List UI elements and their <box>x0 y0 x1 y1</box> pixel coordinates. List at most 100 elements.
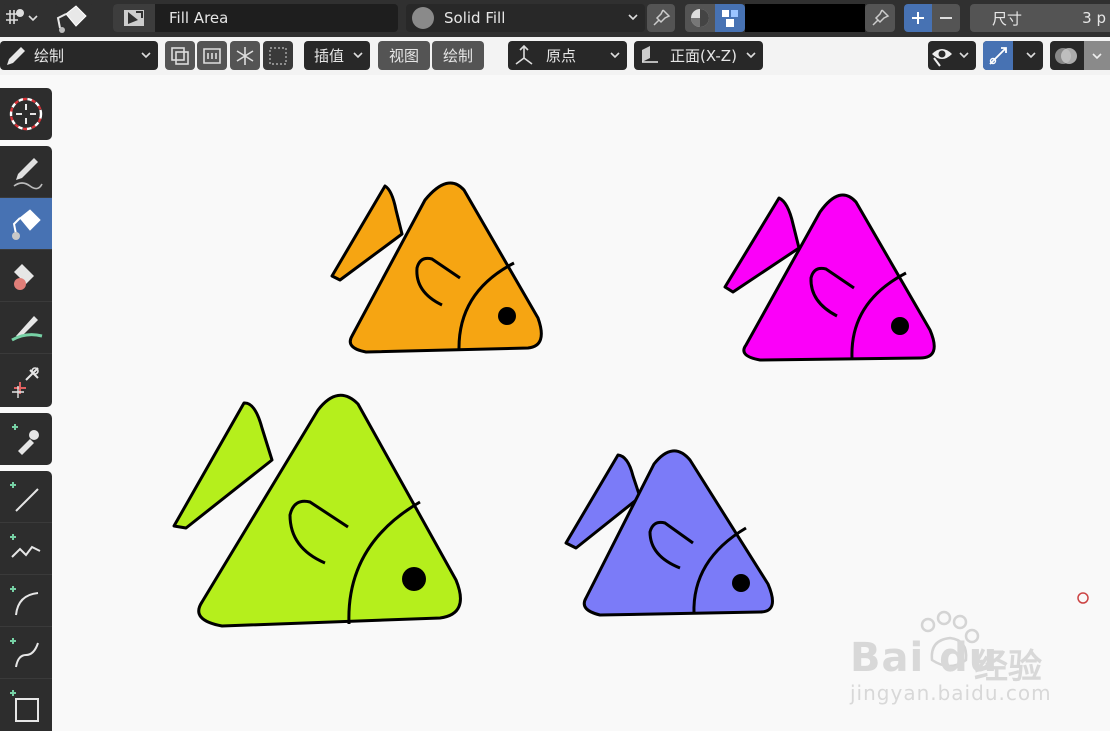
interpolate-dropdown[interactable]: 插值 <box>304 41 370 70</box>
brush-preset-label: Fill Area <box>169 9 229 27</box>
tool-arc[interactable] <box>0 575 52 627</box>
eraser-icon <box>14 263 34 290</box>
overlay-expand[interactable] <box>1084 41 1110 70</box>
origin-icon <box>515 44 533 65</box>
vertex-color-icon <box>722 10 738 27</box>
viewport-header: 绘制 插值 视图 绘制 原点 正面(X-Z) <box>0 37 1110 75</box>
toolgroup-shapes <box>0 471 52 731</box>
draw-menu-label: 绘制 <box>442 47 473 65</box>
pin-color-button[interactable] <box>865 4 895 32</box>
eye-icon <box>932 48 952 67</box>
fill-type-dropdown[interactable]: Solid Fill <box>406 4 645 32</box>
pencil-icon <box>7 46 25 65</box>
chevron-down-icon <box>628 14 638 21</box>
point-mode-button[interactable] <box>263 41 293 70</box>
arc-icon <box>10 585 39 615</box>
drawing-plane-dropdown[interactable]: 正面(X-Z) <box>634 41 763 70</box>
origin-dropdown[interactable]: 原点 <box>508 41 627 70</box>
tool-cursor[interactable] <box>0 88 52 140</box>
origin-label: 原点 <box>546 47 577 65</box>
fish-lime <box>172 393 462 628</box>
gizmo-icon <box>989 46 1007 65</box>
gizmo-dropdown[interactable] <box>983 41 1043 70</box>
pin-icon <box>872 9 890 26</box>
box-icon <box>10 690 39 722</box>
chevron-down-icon <box>610 52 620 59</box>
grease-pencil-editor: Fill Area Solid Fill 尺寸 3 p 绘制 插值 视图 绘制 … <box>0 0 1110 731</box>
canvas-drawing <box>172 181 1089 668</box>
tool-erase[interactable] <box>0 250 52 302</box>
multiframe-button[interactable] <box>165 41 195 70</box>
overlay-icon <box>1055 47 1077 64</box>
curve-icon <box>10 637 39 667</box>
fish-magenta <box>723 193 936 362</box>
chevron-down-icon <box>1092 52 1102 59</box>
eyedropper-icon <box>12 424 39 455</box>
brush-preview-icon <box>113 4 155 32</box>
tool-tint[interactable] <box>0 302 52 354</box>
dotted-box-icon <box>269 46 287 65</box>
mode-label: 绘制 <box>34 47 65 65</box>
tool-polyline[interactable] <box>0 523 52 575</box>
material-icon <box>691 9 709 27</box>
material-sphere-icon <box>412 7 434 29</box>
tool-eyedropper[interactable] <box>0 413 52 465</box>
pencil-icon <box>13 157 43 189</box>
chevron-down-icon <box>1026 52 1036 59</box>
draw-menu[interactable]: 绘制 <box>432 41 484 70</box>
line-icon <box>10 481 39 512</box>
chevron-down-icon <box>959 52 969 59</box>
snap-icon <box>6 9 38 24</box>
cutter-icon <box>12 367 39 398</box>
toolgroup-draw <box>0 146 52 407</box>
watermark-url: jingyan.baidu.com <box>850 681 1052 705</box>
add-mode-button[interactable] <box>904 4 932 32</box>
tool-cutter[interactable] <box>0 354 52 406</box>
visibility-dropdown[interactable] <box>928 41 976 70</box>
tint-brush-icon <box>11 315 43 341</box>
view-menu[interactable]: 视图 <box>378 41 430 70</box>
autokey-button[interactable] <box>197 41 227 70</box>
plane-icon <box>642 45 658 63</box>
tool-line[interactable] <box>0 471 52 523</box>
toolgroup-cursor <box>0 88 52 140</box>
fill-bucket-icon <box>12 208 41 240</box>
tool-box[interactable] <box>0 679 52 731</box>
brush-size-field[interactable]: 尺寸 3 p <box>970 4 1110 32</box>
overlay-dropdown[interactable] <box>1050 41 1110 70</box>
brush-preset-dropdown[interactable]: Fill Area <box>113 4 398 32</box>
fish-orange <box>330 181 543 354</box>
vertex-color-mode-button[interactable] <box>715 4 745 32</box>
material-mode-button[interactable] <box>685 4 715 32</box>
drawing-canvas[interactable]: Bai du 经验 jingyan.baidu.com <box>52 75 1110 731</box>
tool-curve[interactable] <box>0 627 52 679</box>
color-swatch[interactable] <box>745 4 865 32</box>
snap-dropdown[interactable] <box>2 4 40 32</box>
gizmo-toggle[interactable] <box>983 41 1013 70</box>
tool-fill[interactable] <box>0 198 52 250</box>
mode-dropdown[interactable]: 绘制 <box>0 41 158 70</box>
plus-icon <box>912 12 924 24</box>
subtract-mode-button[interactable] <box>932 4 960 32</box>
drawing-plane-label: 正面(X-Z) <box>670 47 737 65</box>
snowflake-icon <box>236 46 254 65</box>
active-tool-fill-icon[interactable] <box>54 4 94 33</box>
tool-draw[interactable] <box>0 146 52 198</box>
freeze-button[interactable] <box>230 41 260 70</box>
pin-material-button[interactable] <box>647 4 675 32</box>
chevron-down-icon <box>353 52 363 59</box>
fill-type-label: Solid Fill <box>444 9 506 27</box>
toolgroup-sample <box>0 413 52 465</box>
minus-icon <box>940 17 952 19</box>
fish-lavender <box>564 449 774 617</box>
pin-icon <box>653 9 671 26</box>
brush-size-label: 尺寸 <box>992 9 1023 28</box>
tool-settings-header: Fill Area Solid Fill 尺寸 3 p <box>0 0 1110 37</box>
chevron-down-icon <box>746 52 756 59</box>
brush-size-value: 3 p <box>1082 9 1106 27</box>
layers-icon <box>171 46 189 65</box>
keyframe-icon <box>203 47 221 64</box>
cursor-icon <box>9 97 43 131</box>
brush-cursor-icon <box>1077 592 1089 604</box>
fill-bucket-icon <box>56 5 87 33</box>
